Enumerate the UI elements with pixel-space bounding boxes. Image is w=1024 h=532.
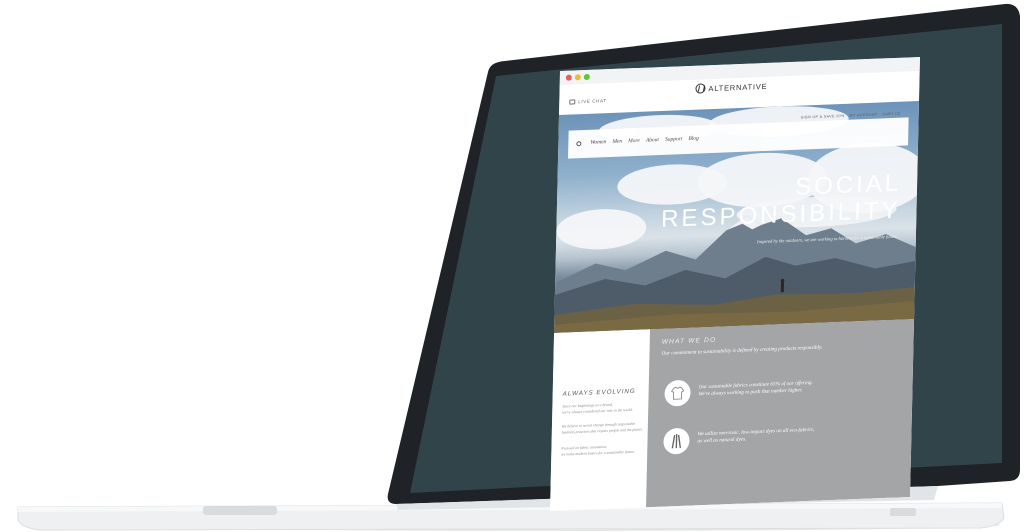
hero-banner: Women Men More About Support Blog SIGN U… xyxy=(554,100,920,333)
nav-item-support[interactable]: Support xyxy=(665,136,683,143)
maximize-window-button[interactable] xyxy=(583,73,590,81)
feature-fabrics-text: Our sustainable fabrics constitute 65% o… xyxy=(698,380,812,398)
hero-title: SOCIAL RESPONSIBILITY xyxy=(661,170,902,233)
live-chat-link[interactable]: LIVE CHAT xyxy=(569,98,607,105)
always-evolving-panel: ALWAYS EVOLVING Since our beginnings as … xyxy=(550,329,651,511)
cart-link[interactable]: CART (0) xyxy=(882,112,900,117)
nav-item-men[interactable]: Men xyxy=(612,139,622,145)
laptop-mockup: LIVE CHAT ALTERNATIVE Women Men More Abo… xyxy=(0,0,1024,532)
feature-dyes-text: We utilize non-toxic, low-impact dyes on… xyxy=(697,427,814,446)
content-section: ALWAYS EVOLVING Since our beginnings as … xyxy=(550,318,915,511)
what-we-do-panel: WHAT WE DO Our commitment to sustainabil… xyxy=(646,318,915,508)
nav-item-more[interactable]: More xyxy=(628,138,640,144)
what-we-do-title: WHAT WE DO xyxy=(661,336,717,346)
nav-item-blog[interactable]: Blog xyxy=(688,136,699,142)
feathers-icon xyxy=(663,427,690,455)
nav-item-about[interactable]: About xyxy=(646,137,659,144)
live-chat-label: LIVE CHAT xyxy=(578,98,607,105)
nav-item-women[interactable]: Women xyxy=(590,139,606,146)
alternative-logo-icon xyxy=(695,83,706,94)
what-we-do-intro: Our commitment to sustainability is defi… xyxy=(661,344,823,357)
shirt-icon xyxy=(664,379,691,407)
close-window-button[interactable] xyxy=(565,74,572,81)
chat-icon xyxy=(569,99,576,105)
search-icon[interactable] xyxy=(576,141,582,147)
minimize-window-button[interactable] xyxy=(574,74,581,81)
site-logo[interactable]: ALTERNATIVE xyxy=(695,81,768,94)
logo-text: ALTERNATIVE xyxy=(708,81,768,93)
always-evolving-title: ALWAYS EVOLVING xyxy=(562,387,636,398)
nav-links: Women Men More About Support Blog xyxy=(590,136,699,146)
browser-window: LIVE CHAT ALTERNATIVE Women Men More Abo… xyxy=(550,56,920,511)
